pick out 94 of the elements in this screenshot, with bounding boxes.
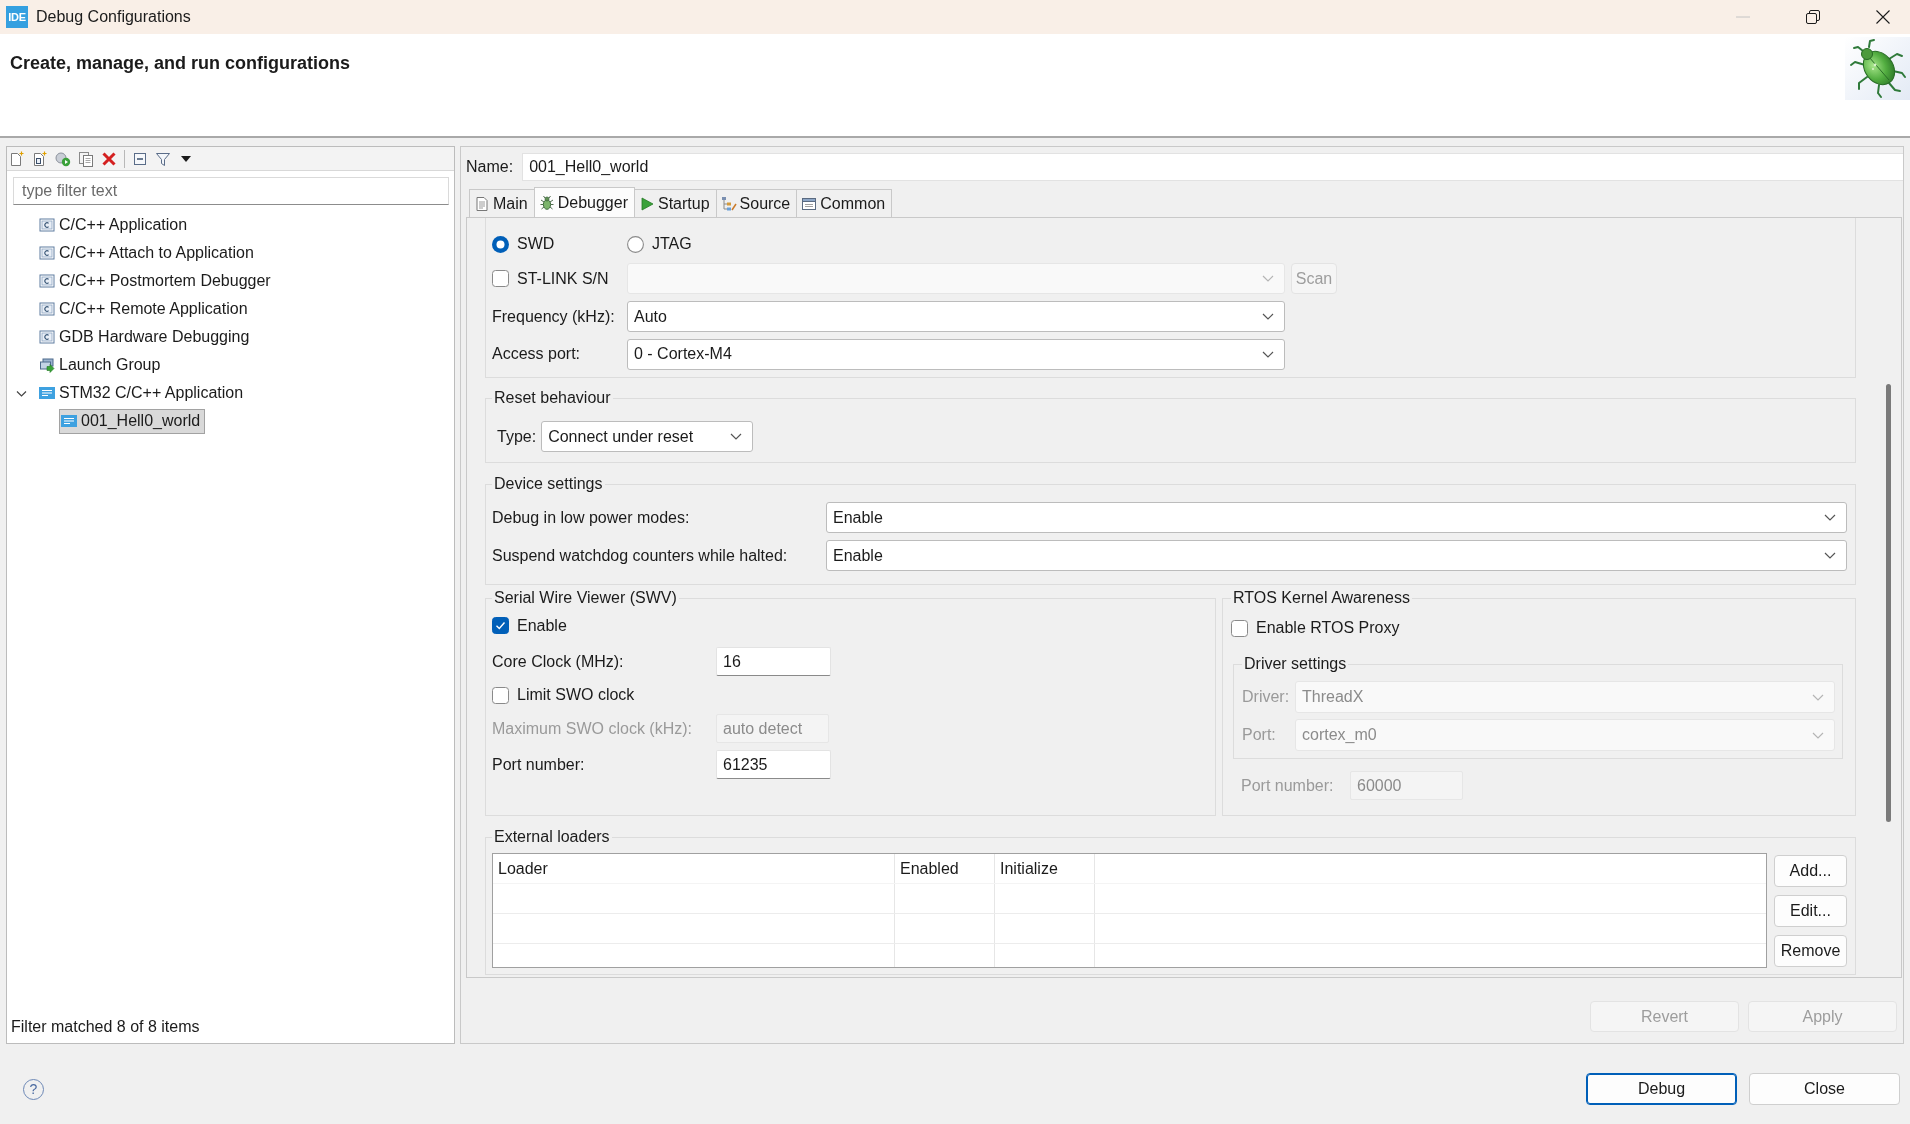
dropdown[interactable]: Enable	[826, 540, 1847, 571]
name-field[interactable]: 001_Hell0_world	[522, 153, 1903, 181]
chevron-down-icon	[1812, 693, 1824, 701]
column-header[interactable]: Enabled	[895, 854, 995, 884]
name-label: Name:	[466, 158, 514, 176]
dialog-heading: Create, manage, and run configurations	[10, 52, 351, 74]
document-icon	[474, 195, 490, 212]
dropdown[interactable]: 0 - Cortex-M4	[627, 338, 1285, 370]
bug-icon	[538, 194, 555, 211]
help-button[interactable]: ?	[23, 1078, 44, 1100]
tree-item[interactable]: C/C++ Postmortem Debugger	[37, 268, 276, 294]
loader-button[interactable]: Edit...	[1774, 895, 1847, 927]
tab[interactable]: Main	[469, 189, 535, 217]
framed-tile-icon	[39, 301, 55, 317]
loader-button[interactable]: Add...	[1774, 855, 1847, 887]
field-label: Access port:	[492, 345, 582, 363]
field-label: Core Clock (MHz):	[492, 652, 625, 671]
dialog-button[interactable]: Close	[1749, 1073, 1900, 1105]
group-title: Reset behaviour	[493, 389, 612, 407]
collapse-all-icon[interactable]	[132, 150, 148, 167]
document-star-icon[interactable]	[32, 150, 48, 167]
chevron-down-icon	[1262, 313, 1274, 320]
play-icon	[638, 195, 655, 212]
column-header[interactable]: Loader	[493, 854, 895, 884]
tab[interactable]: Common	[796, 189, 893, 217]
tree-item[interactable]: C/C++ Remote Application	[37, 296, 253, 322]
checkbox[interactable]	[492, 617, 509, 634]
pages-icon[interactable]	[78, 150, 94, 167]
dropdown[interactable]: Auto	[627, 301, 1285, 332]
radio-label: SWD	[517, 235, 555, 253]
checkbox-label: Enable	[517, 616, 567, 635]
tree-item[interactable]: 001_Hell0_world	[59, 408, 206, 434]
dialog-button[interactable]: Debug	[1586, 1073, 1737, 1105]
delete-icon[interactable]	[101, 150, 117, 167]
column-header[interactable]: Initialize	[995, 854, 1095, 884]
radio-label: JTAG	[652, 235, 692, 253]
input-field[interactable]: 16	[716, 647, 831, 676]
beetle-icon	[1845, 37, 1910, 100]
group-title: External loaders	[493, 828, 611, 846]
field-label: Frequency (kHz):	[492, 307, 616, 326]
dropdown[interactable]: Connect under reset	[541, 421, 754, 452]
field-label: Maximum SWO clock (kHz):	[492, 719, 693, 738]
close-icon[interactable]	[1876, 10, 1890, 24]
tree-item[interactable]: C/C++ Attach to Application	[37, 240, 259, 266]
radio-button[interactable]	[627, 235, 644, 253]
filter-field[interactable]: type filter text	[13, 177, 449, 205]
new-document-icon[interactable]	[9, 150, 25, 167]
chevron-down-icon	[1812, 731, 1824, 739]
checkbox-label: Limit SWO clock	[517, 686, 635, 704]
chevron-down-icon	[730, 433, 743, 440]
field-label: Port number:	[1241, 776, 1335, 795]
scroll-thumb[interactable]	[1886, 384, 1891, 822]
group-title: RTOS Kernel Awareness	[1232, 589, 1411, 607]
checkbox[interactable]	[492, 686, 509, 704]
stack-arrow-icon	[39, 357, 55, 373]
group-title: Serial Wire Viewer (SWV)	[493, 589, 678, 607]
framed-tile-icon	[39, 245, 55, 261]
chevron-down-icon	[1824, 514, 1836, 521]
field-label: Type:	[497, 427, 537, 446]
loader-button[interactable]: Remove	[1774, 935, 1847, 967]
chevron-down-icon	[1262, 275, 1274, 282]
dropdown[interactable]: Enable	[826, 502, 1847, 533]
field-label: Port:	[1242, 726, 1277, 744]
globe-play-icon[interactable]	[55, 150, 71, 167]
app-tile-icon	[39, 385, 55, 401]
framed-tile-icon	[39, 217, 55, 233]
checkbox[interactable]	[1231, 619, 1248, 637]
window-title: Debug Configurations	[36, 8, 191, 26]
tab[interactable]: Debugger	[533, 187, 635, 217]
group-title: Device settings	[493, 475, 604, 493]
field-label: Port number:	[492, 755, 586, 774]
checkbox[interactable]	[492, 270, 509, 287]
field-label: Driver:	[1242, 688, 1291, 706]
app-logo: IDE	[6, 6, 28, 28]
tree-item[interactable]: C/C++ Application	[37, 212, 193, 238]
checkbox-label: Enable RTOS Proxy	[1256, 619, 1400, 637]
restore-icon[interactable]	[1806, 10, 1820, 24]
filter-icon[interactable]	[155, 150, 171, 167]
filter-status: Filter matched 8 of 8 items	[10, 1018, 201, 1037]
chevron-down-icon	[1262, 350, 1274, 358]
chevron-down-icon	[1824, 552, 1836, 559]
framed-tile-icon	[39, 329, 55, 345]
input-field[interactable]: 61235	[716, 750, 831, 779]
group-title: Driver settings	[1243, 655, 1348, 673]
radio-button[interactable]	[492, 235, 509, 253]
tree-item[interactable]: STM32 C/C++ Application	[37, 380, 249, 406]
tree-item[interactable]: Launch Group	[37, 352, 166, 378]
field-label: Suspend watchdog counters while halted:	[492, 546, 789, 565]
checkbox-label: ST-LINK S/N	[517, 269, 609, 288]
field-label: Debug in low power modes:	[492, 508, 691, 527]
source-tree-icon	[720, 195, 737, 212]
framed-tile-icon	[39, 273, 55, 289]
app-tile-icon	[61, 413, 77, 429]
tree-item[interactable]: GDB Hardware Debugging	[37, 324, 255, 350]
